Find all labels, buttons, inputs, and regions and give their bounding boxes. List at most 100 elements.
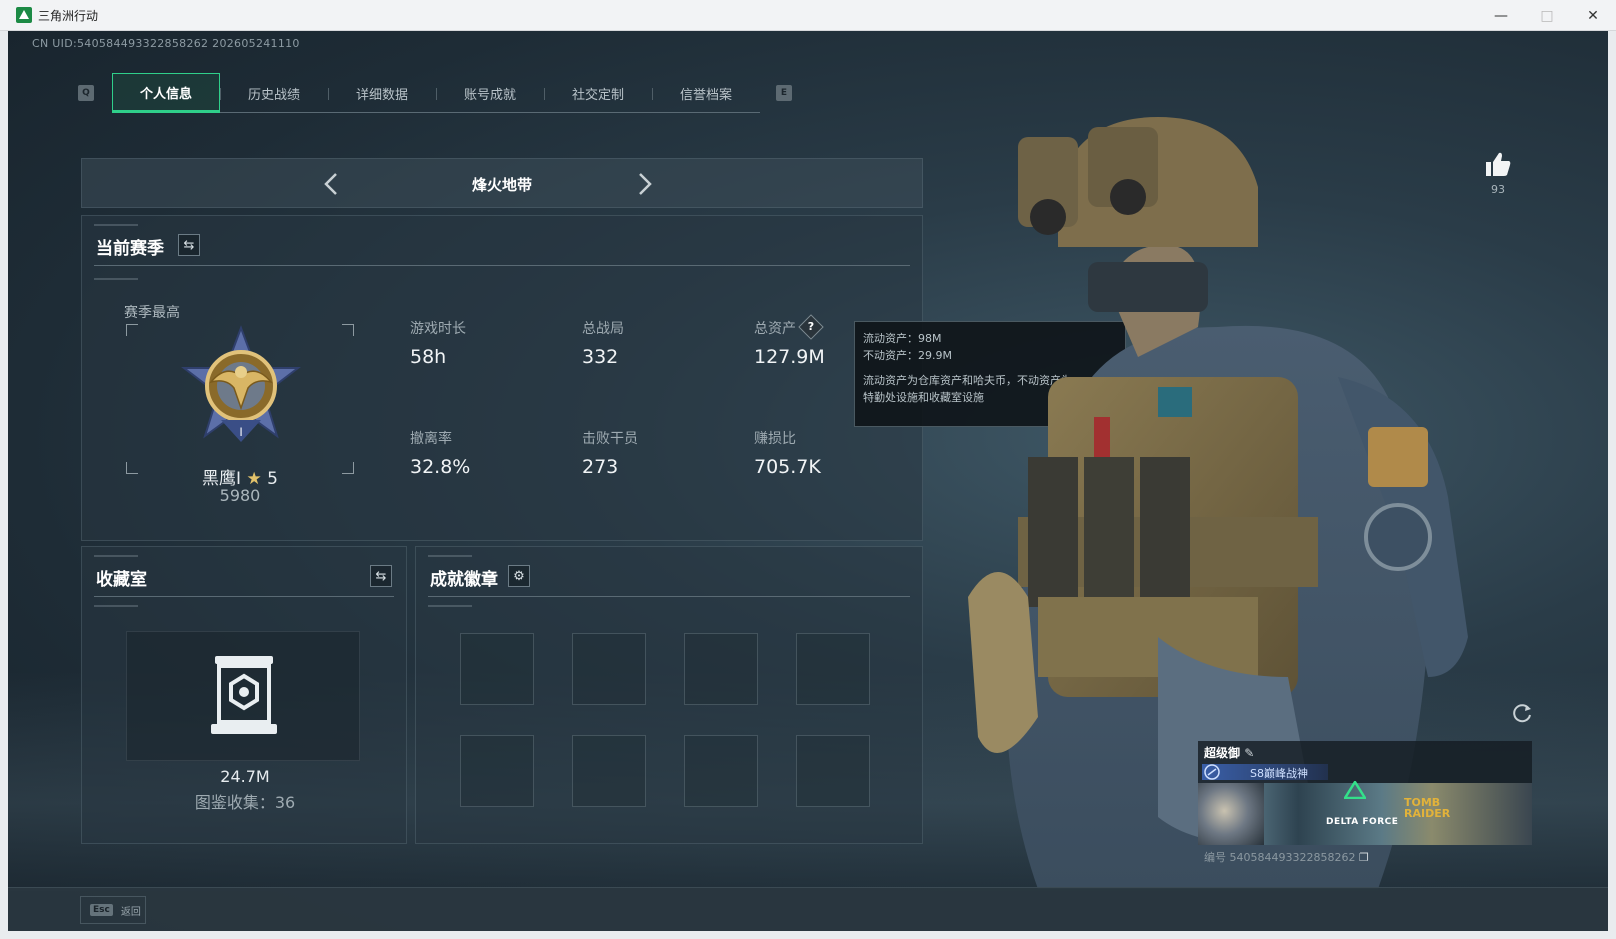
stat-value: 705.7K [754, 456, 821, 478]
achievements-title: 成就徽章 [430, 570, 498, 590]
mode-title: 烽火地带 [471, 176, 532, 194]
stat-total-matches: 总战局 332 [582, 318, 624, 368]
badge-slot[interactable] [460, 633, 534, 705]
stat-extraction-rate: 撤离率 32.8% [410, 428, 470, 478]
stat-value: 58h [410, 346, 447, 368]
player-card[interactable]: 超级御 ✎ S8巅峰战神 DELTA FORCE TOMB RAIDER 编号 5… [1198, 741, 1532, 864]
help-icon[interactable]: ? [798, 314, 824, 340]
achievement-badges-panel: 成就徽章 ⚙ [415, 546, 923, 844]
stat-label: 总资产? [754, 314, 825, 340]
season-switch-button[interactable]: ⇆ [178, 234, 200, 256]
player-name: 超级御 ✎ [1204, 744, 1254, 761]
divider [428, 596, 910, 597]
tomb-raider-brand: TOMB RAIDER [1404, 797, 1450, 819]
help-glyph: ? [807, 320, 815, 333]
season-best-label: 赛季最高 [124, 305, 180, 321]
gear-icon[interactable]: ⚙ [508, 565, 530, 587]
stat-label: 赚损比 [754, 431, 796, 447]
divider [94, 596, 394, 597]
window-title: 三角洲行动 [38, 8, 99, 23]
tab-match-history[interactable]: 历史战绩 [220, 73, 328, 113]
rank-score: 5980 [219, 486, 261, 505]
uid-text: CN UID:540584493322858262 202605241110 [32, 37, 300, 50]
badge-slot[interactable] [796, 735, 870, 807]
divider [94, 265, 910, 266]
tab-account-achievements[interactable]: 账号成就 [436, 73, 544, 113]
tab-bar: Q 个人信息 历史战绩 详细数据 账号成就 社交定制 信誉档案 E [78, 73, 792, 113]
bottom-bar: Esc 返回 [8, 887, 1608, 931]
player-avatar [1198, 783, 1264, 845]
edit-pencil-icon[interactable]: ✎ [1244, 746, 1254, 760]
app-logo-icon [16, 7, 32, 23]
back-button[interactable]: Esc 返回 [80, 896, 146, 924]
tab-detailed-data[interactable]: 详细数据 [328, 73, 436, 113]
panel-deco [428, 555, 472, 557]
panel-deco [94, 224, 138, 226]
current-season-panel: 当前赛季 ⇆ 赛季最高 I 黑鹰I ★ 5 5980 游戏时长 58h 总战局 … [81, 215, 923, 541]
tab-credit-record[interactable]: 信誉档案 [652, 73, 760, 113]
tab-social-customize[interactable]: 社交定制 [544, 73, 652, 113]
vault-value: 24.7M [220, 767, 270, 786]
black-hawk-rank-emblem-icon: I [181, 325, 301, 442]
badge-slot[interactable] [684, 633, 758, 705]
stat-value: 32.8% [410, 456, 471, 478]
season-title: 当前赛季 [96, 239, 164, 259]
window-titlebar: 三角洲行动 — □ ✕ [0, 0, 1616, 31]
badge-slot[interactable] [796, 633, 870, 705]
badge-slot[interactable] [684, 735, 758, 807]
player-card-banner: DELTA FORCE TOMB RAIDER [1198, 781, 1532, 845]
game-viewport: ​ CN UID:540584493322858262 202605241110… [8, 31, 1608, 931]
prev-tab-key-hint[interactable]: Q [78, 85, 94, 101]
stat-label: 游戏时长 [410, 321, 466, 337]
collection-room-panel[interactable]: 收藏室 ⇆ 24.7M 图鉴收集：36 [81, 546, 407, 844]
vault-title: 收藏室 [96, 570, 147, 590]
stat-value: 332 [582, 346, 619, 368]
player-name-text: 超级御 [1204, 746, 1241, 760]
stat-label: 总战局 [582, 321, 624, 337]
player-card-header: 超级御 ✎ S8巅峰战神 [1198, 741, 1532, 783]
close-button[interactable]: ✕ [1570, 0, 1616, 31]
badge-slot[interactable] [572, 633, 646, 705]
player-title: S8巅峰战神 [1250, 767, 1308, 780]
like-widget[interactable]: 93 [1482, 151, 1514, 196]
stat-label-text: 总资产 [754, 321, 796, 337]
refresh-icon[interactable] [1510, 701, 1534, 725]
display-case-icon [211, 656, 277, 734]
minimize-button[interactable]: — [1478, 0, 1524, 31]
player-id: 编号 540584493322858262 ❐ [1204, 849, 1369, 865]
svg-text:I: I [239, 425, 242, 439]
panel-deco [94, 605, 138, 607]
panel-deco [428, 605, 472, 607]
stat-label: 击败干员 [582, 431, 638, 447]
vault-display [126, 631, 360, 761]
stat-label: 撤离率 [410, 431, 452, 447]
thumbs-up-icon[interactable] [1484, 151, 1512, 177]
copy-icon[interactable]: ❐ [1359, 851, 1369, 864]
stat-total-assets: 总资产? 127.9M [754, 314, 825, 368]
stat-operators-defeated: 击败干员 273 [582, 428, 638, 478]
panel-deco [94, 555, 138, 557]
next-tab-key-hint[interactable]: E [776, 85, 792, 101]
vault-switch-button[interactable]: ⇆ [370, 565, 392, 587]
delta-force-brand: DELTA FORCE [1326, 817, 1399, 827]
stat-play-time: 游戏时长 58h [410, 318, 466, 368]
esc-key-hint: Esc [90, 904, 113, 916]
mode-selector: 烽火地带 [81, 158, 923, 208]
stat-value: 273 [582, 456, 619, 478]
panel-deco [94, 278, 138, 280]
rank-frame: I [126, 324, 354, 474]
tab-personal-info[interactable]: 个人信息 [112, 73, 220, 113]
frame-corner [126, 324, 138, 336]
chevron-right-icon[interactable] [629, 169, 659, 199]
badge-slot[interactable] [572, 735, 646, 807]
back-label: 返回 [120, 906, 141, 918]
badge-slot[interactable] [460, 735, 534, 807]
vault-collection-count: 图鉴收集：36 [194, 793, 296, 812]
frame-corner [342, 324, 354, 336]
stat-value: 127.9M [754, 346, 825, 368]
rank-badge-icon [1204, 764, 1220, 780]
brand-line2: RAIDER [1404, 807, 1451, 820]
maximize-button[interactable]: □ [1524, 0, 1570, 31]
like-count: 93 [1491, 183, 1505, 196]
delta-force-logo-icon [1344, 781, 1366, 799]
